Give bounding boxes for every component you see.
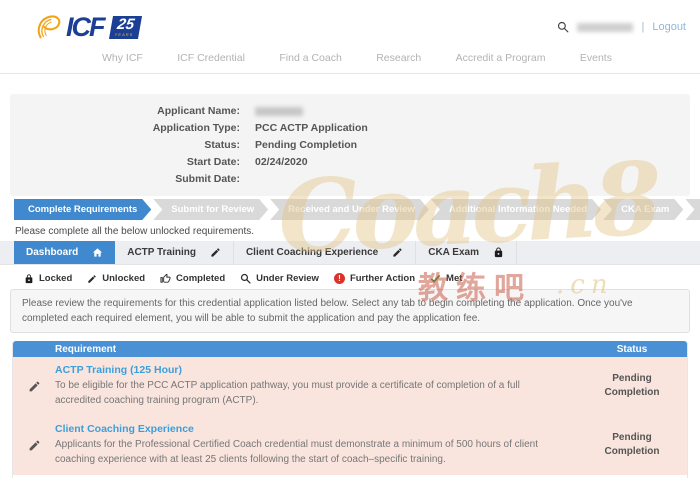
legend-locked: Locked xyxy=(24,273,72,284)
row-icon-cell xyxy=(13,423,55,467)
status-value: Pending Completion xyxy=(255,137,357,154)
row-content: ACTP Training (125 Hour) To be eligible … xyxy=(55,364,577,408)
nav-item-research[interactable]: Research xyxy=(376,50,421,64)
submit-date-row: Submit Date: xyxy=(10,171,690,188)
home-icon xyxy=(92,247,103,258)
client-coaching-experience-description: Applicants for the Professional Certifie… xyxy=(55,438,563,467)
magnifier-icon xyxy=(240,273,251,284)
step-cka-exam: CKA Exam xyxy=(603,199,683,220)
tab-bar: Dashboard ACTP Training Client Coaching … xyxy=(0,241,700,265)
header-separator: | xyxy=(641,21,644,33)
legend-unlocked-label: Unlocked xyxy=(102,273,145,284)
pencil-icon xyxy=(392,247,403,258)
step-submit-for-review: Submit for Review xyxy=(153,199,268,220)
applicant-name-masked xyxy=(255,107,303,116)
status-row: Status: Pending Completion xyxy=(10,137,690,154)
check-icon xyxy=(430,273,441,284)
header-right: | Logout xyxy=(557,21,686,33)
status-legend: Locked Unlocked Completed Under Review !… xyxy=(24,273,700,284)
requirements-table: Requirement Status ACTP Training (125 Ho… xyxy=(12,341,688,478)
tab-cka-exam-label: CKA Exam xyxy=(428,247,479,258)
application-type-label: Application Type: xyxy=(10,120,240,137)
applicant-name-value xyxy=(255,103,303,120)
lock-icon xyxy=(24,274,34,284)
step-received-under-review: Received and Under Review xyxy=(270,199,429,220)
tab-dashboard[interactable]: Dashboard xyxy=(14,241,115,264)
badge-caption: YEARS xyxy=(114,33,133,37)
actp-training-description: To be eligible for the PCC ACTP applicat… xyxy=(55,379,563,408)
table-header: Requirement Status xyxy=(13,341,687,357)
row-icon-cell xyxy=(13,364,55,408)
legend-met: Met xyxy=(430,273,462,284)
application-type-row: Application Type: PCC ACTP Application xyxy=(10,120,690,137)
submit-date-label: Submit Date: xyxy=(10,171,240,188)
nav-item-find-a-coach[interactable]: Find a Coach xyxy=(279,50,341,64)
legend-locked-label: Locked xyxy=(39,273,72,284)
pencil-icon xyxy=(87,274,97,284)
icf-application-page: ICF 25 YEARS | Logout Why ICF ICF Creden… xyxy=(0,0,700,478)
start-date-label: Start Date: xyxy=(10,154,240,171)
nav-item-icf-credential[interactable]: ICF Credential xyxy=(177,50,245,64)
main-nav: Why ICF ICF Credential Find a Coach Rese… xyxy=(0,50,700,74)
step-additional-info-needed: Additional Information Needed xyxy=(431,199,601,220)
thumbs-up-icon xyxy=(160,273,171,284)
start-date-row: Start Date: 02/24/2020 xyxy=(10,154,690,171)
anniversary-badge: 25 YEARS xyxy=(108,16,141,39)
actp-training-link[interactable]: ACTP Training (125 Hour) xyxy=(55,364,563,376)
tab-actp-training-label: ACTP Training xyxy=(127,247,196,258)
tab-client-coaching-experience-label: Client Coaching Experience xyxy=(246,247,378,258)
applicant-info-panel: Applicant Name: Application Type: PCC AC… xyxy=(10,94,690,196)
progress-steps: Complete Requirements Submit for Review … xyxy=(14,199,686,220)
step-credential-awarded: Credential Awarded xyxy=(685,199,700,220)
search-icon[interactable] xyxy=(557,21,569,33)
legend-met-label: Met xyxy=(446,273,462,284)
actp-training-status: Pending Completion xyxy=(577,364,687,408)
legend-completed: Completed xyxy=(160,273,225,284)
legend-unlocked: Unlocked xyxy=(87,273,145,284)
table-row-client-coaching-experience: Client Coaching Experience Applicants fo… xyxy=(13,416,687,475)
application-type-value: PCC ACTP Application xyxy=(255,120,368,137)
badge-number: 25 xyxy=(116,17,135,32)
legend-under-review-label: Under Review xyxy=(256,273,319,284)
nav-item-events[interactable]: Events xyxy=(580,50,612,64)
status-column-header: Status xyxy=(577,344,687,355)
icf-swirl-icon xyxy=(34,12,64,42)
logout-link[interactable]: Logout xyxy=(652,21,686,33)
start-date-value: 02/24/2020 xyxy=(255,154,308,171)
legend-further-action-label: Further Action xyxy=(350,273,415,284)
user-name-masked[interactable] xyxy=(577,23,633,32)
nav-item-accredit-a-program[interactable]: Accredit a Program xyxy=(456,50,546,64)
lock-icon xyxy=(493,247,504,258)
tab-actp-training[interactable]: ACTP Training xyxy=(115,241,234,264)
step-complete-requirements: Complete Requirements xyxy=(14,199,151,220)
logo-text: ICF xyxy=(66,12,104,43)
exclamation-icon: ! xyxy=(334,273,345,284)
legend-completed-label: Completed xyxy=(176,273,225,284)
pencil-icon xyxy=(28,439,41,452)
tab-client-coaching-experience[interactable]: Client Coaching Experience xyxy=(234,241,416,264)
applicant-name-row: Applicant Name: xyxy=(10,103,690,120)
legend-under-review: Under Review xyxy=(240,273,319,284)
tab-cka-exam[interactable]: CKA Exam xyxy=(416,241,517,264)
instructions-box: Please review the requirements for this … xyxy=(10,289,690,333)
client-coaching-experience-status: Pending Completion xyxy=(577,423,687,467)
header: ICF 25 YEARS | Logout xyxy=(0,0,700,50)
tab-dashboard-label: Dashboard xyxy=(26,247,78,258)
nav-item-why-icf[interactable]: Why ICF xyxy=(102,50,143,64)
table-row-actp-training: ACTP Training (125 Hour) To be eligible … xyxy=(13,357,687,416)
row-content: Client Coaching Experience Applicants fo… xyxy=(55,423,577,467)
client-coaching-experience-link[interactable]: Client Coaching Experience xyxy=(55,423,563,435)
status-label: Status: xyxy=(10,137,240,154)
requirement-column-header: Requirement xyxy=(13,344,577,355)
applicant-name-label: Applicant Name: xyxy=(10,103,240,120)
legend-further-action: ! Further Action xyxy=(334,273,415,284)
unlocked-requirements-notice: Please complete all the below unlocked r… xyxy=(15,226,700,237)
icf-logo[interactable]: ICF 25 YEARS xyxy=(34,12,139,43)
pencil-icon xyxy=(210,247,221,258)
pencil-icon xyxy=(28,380,41,393)
